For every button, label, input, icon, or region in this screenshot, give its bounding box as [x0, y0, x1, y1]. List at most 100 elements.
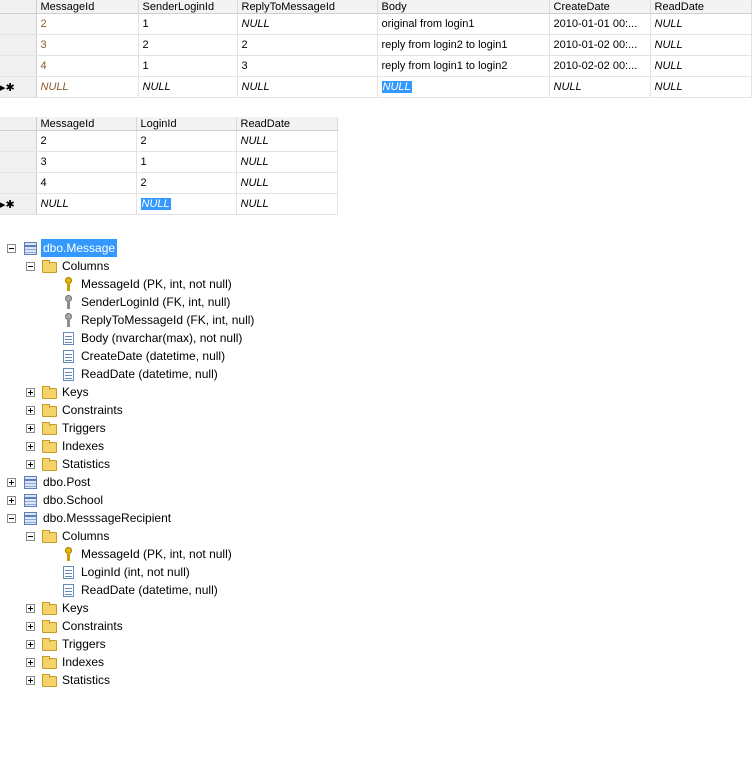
tree-node-label[interactable]: LoginId (int, not null) [81, 563, 190, 581]
grid-cell-active[interactable]: NULL [136, 193, 237, 215]
column-header[interactable]: ReadDate [236, 117, 338, 131]
grid-cell[interactable]: 2 [36, 13, 139, 35]
tree-node-label[interactable]: ReplyToMessageId (FK, int, null) [81, 311, 254, 329]
tree-node-label[interactable]: ReadDate (datetime, null) [81, 581, 218, 599]
collapse-toggle-icon[interactable] [7, 514, 16, 523]
grid-cell[interactable]: NULL [236, 151, 338, 173]
tree-node-label[interactable]: Statistics [62, 455, 110, 473]
column-header[interactable]: ReplyToMessageId [237, 0, 378, 14]
grid-cell[interactable]: reply from login2 to login1 [377, 34, 550, 56]
expand-toggle-icon[interactable] [26, 442, 35, 451]
tree-node-recipient-table[interactable]: dbo.MesssageRecipient [0, 509, 300, 527]
expand-toggle-icon[interactable] [26, 622, 35, 631]
grid-cell[interactable]: 2 [136, 130, 237, 152]
tree-node-column[interactable]: MessageId (PK, int, not null) [0, 275, 300, 293]
grid-cell[interactable]: 2010-02-02 00:... [549, 55, 651, 77]
expand-toggle-icon[interactable] [26, 406, 35, 415]
tree-node-label[interactable]: MessageId (PK, int, not null) [81, 275, 232, 293]
tree-node-label[interactable]: Columns [62, 527, 109, 545]
tree-node-post-table[interactable]: dbo.Post [0, 473, 300, 491]
grid-cell[interactable]: NULL [237, 76, 378, 98]
tree-node-column[interactable]: ReadDate (datetime, null) [0, 365, 300, 383]
grid-cell[interactable]: 3 [36, 34, 139, 56]
tree-node-indexes-folder[interactable]: Indexes [0, 653, 300, 671]
column-header[interactable]: SenderLoginId [138, 0, 238, 14]
table-row[interactable]: 3 2 2 reply from login2 to login1 2010-0… [0, 34, 752, 56]
tree-node-label[interactable]: Columns [62, 257, 109, 275]
new-row-marker[interactable]: ▸✱ [0, 193, 37, 215]
tree-node-label[interactable]: dbo.School [43, 491, 103, 509]
row-selector[interactable] [0, 130, 37, 152]
tree-node-label[interactable]: dbo.Message [41, 239, 118, 257]
tree-node-column[interactable]: LoginId (int, not null) [0, 563, 300, 581]
expand-toggle-icon[interactable] [26, 424, 35, 433]
column-header[interactable]: ReadDate [650, 0, 752, 14]
tree-node-constraints-folder[interactable]: Constraints [0, 401, 300, 419]
grid-cell[interactable]: NULL [650, 34, 752, 56]
tree-node-label[interactable]: Body (nvarchar(max), not null) [81, 329, 242, 347]
row-selector[interactable] [0, 34, 37, 56]
expand-toggle-icon[interactable] [26, 460, 35, 469]
grid-cell[interactable]: 3 [237, 55, 378, 77]
tree-node-column[interactable]: CreateDate (datetime, null) [0, 347, 300, 365]
grid-cell[interactable]: 2 [138, 34, 238, 56]
grid-cell[interactable]: NULL [138, 76, 238, 98]
tree-node-label[interactable]: ReadDate (datetime, null) [81, 365, 218, 383]
grid-cell-editor[interactable]: NULL [381, 81, 412, 93]
row-selector[interactable] [0, 151, 37, 173]
table-row[interactable]: 2 1 NULL original from login1 2010-01-01… [0, 13, 752, 35]
tree-node-label[interactable]: dbo.MesssageRecipient [43, 509, 171, 527]
tree-node-label[interactable]: Constraints [62, 401, 123, 419]
tree-node-label[interactable]: SenderLoginId (FK, int, null) [81, 293, 230, 311]
tree-node-triggers-folder[interactable]: Triggers [0, 419, 300, 437]
grid-cell[interactable]: NULL [236, 172, 338, 194]
grid-cell[interactable]: 3 [36, 151, 137, 173]
tree-node-label[interactable]: Statistics [62, 671, 110, 689]
grid-cell[interactable]: 2 [237, 34, 378, 56]
grid-cell[interactable]: 2010-01-01 00:... [549, 13, 651, 35]
new-row[interactable]: ▸✱ NULL NULL NULL NULL NULL NULL [0, 76, 752, 98]
tree-node-column[interactable]: ReadDate (datetime, null) [0, 581, 300, 599]
grid-cell[interactable]: original from login1 [377, 13, 550, 35]
tree-node-message-table[interactable]: dbo.Message [0, 239, 300, 257]
tree-node-keys-folder[interactable]: Keys [0, 599, 300, 617]
tree-node-label[interactable]: Triggers [62, 635, 106, 653]
grid-cell[interactable]: NULL [549, 76, 651, 98]
table-row[interactable]: 4 1 3 reply from login1 to login2 2010-0… [0, 55, 752, 77]
tree-node-label[interactable]: Keys [62, 599, 89, 617]
tree-node-label[interactable]: CreateDate (datetime, null) [81, 347, 225, 365]
tree-node-label[interactable]: Indexes [62, 653, 104, 671]
tree-node-column[interactable]: Body (nvarchar(max), not null) [0, 329, 300, 347]
tree-node-column[interactable]: MessageId (PK, int, not null) [0, 545, 300, 563]
tree-node-column[interactable]: ReplyToMessageId (FK, int, null) [0, 311, 300, 329]
tree-node-label[interactable]: Indexes [62, 437, 104, 455]
grid-cell[interactable]: NULL [650, 55, 752, 77]
grid-cell[interactable]: NULL [36, 193, 137, 215]
expand-toggle-icon[interactable] [7, 478, 16, 487]
recipient-results-grid[interactable]: MessageId LoginId ReadDate 2 2 NULL 3 1 … [0, 117, 338, 215]
grid-cell[interactable]: NULL [236, 193, 338, 215]
tree-node-label[interactable]: MessageId (PK, int, not null) [81, 545, 232, 563]
tree-node-constraints-folder[interactable]: Constraints [0, 617, 300, 635]
tree-node-columns-folder[interactable]: Columns [0, 257, 300, 275]
tree-node-indexes-folder[interactable]: Indexes [0, 437, 300, 455]
expand-toggle-icon[interactable] [26, 676, 35, 685]
tree-node-columns-folder[interactable]: Columns [0, 527, 300, 545]
collapse-toggle-icon[interactable] [26, 262, 35, 271]
grid-cell-active[interactable]: NULL [377, 76, 550, 98]
grid-cell[interactable]: NULL [650, 13, 752, 35]
collapse-toggle-icon[interactable] [26, 532, 35, 541]
row-selector[interactable] [0, 13, 37, 35]
row-selector-header[interactable] [0, 0, 37, 14]
table-row[interactable]: 2 2 NULL [0, 130, 338, 152]
grid-cell[interactable]: NULL [237, 13, 378, 35]
column-header[interactable]: MessageId [36, 0, 139, 14]
grid-cell[interactable]: NULL [36, 76, 139, 98]
row-selector[interactable] [0, 172, 37, 194]
grid-cell[interactable]: 2 [136, 172, 237, 194]
expand-toggle-icon[interactable] [26, 640, 35, 649]
grid-cell[interactable]: 1 [138, 13, 238, 35]
grid-cell[interactable]: NULL [650, 76, 752, 98]
new-row-marker[interactable]: ▸✱ [0, 76, 37, 98]
row-selector-header[interactable] [0, 117, 37, 131]
